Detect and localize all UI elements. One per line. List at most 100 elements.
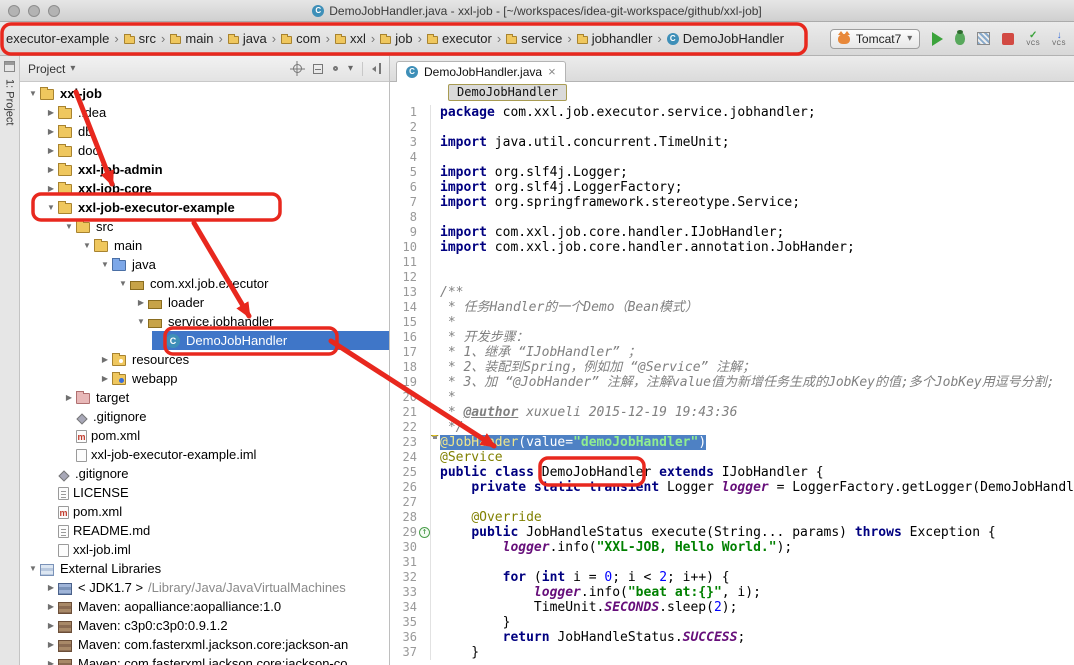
code-line-34[interactable]: 34 TimeUnit.SECONDS.sleep(2); — [390, 600, 1074, 615]
code-text[interactable]: * 2、装配到Spring，例如加 “@Service” 注解； — [430, 360, 1074, 375]
tree-item-xxl-job-core[interactable]: ▶xxl-job-core — [20, 179, 389, 198]
code-text[interactable]: logger.info("beat at:{}", i); — [430, 585, 1074, 600]
tree-item-target[interactable]: ▶target — [20, 388, 389, 407]
code-line-5[interactable]: 5import org.slf4j.Logger; — [390, 165, 1074, 180]
code-line-23[interactable]: 23@JobHander(value="demoJobHandler") — [390, 435, 1074, 450]
chevron-down-icon[interactable]: ▾ — [348, 63, 353, 74]
code-text[interactable]: public JobHandleStatus execute(String...… — [430, 525, 1074, 540]
code-text[interactable]: @JobHander(value="demoJobHandler") — [430, 435, 1074, 450]
code-text[interactable]: */ — [430, 420, 1074, 435]
tree-item-maven-com-fasterxml-jackson-core-jackson-an[interactable]: ▶Maven: com.fasterxml.jackson.core:jacks… — [20, 635, 389, 654]
tree-toggle-closed[interactable]: ▶ — [98, 374, 112, 383]
tree-item-db[interactable]: ▶db — [20, 122, 389, 141]
debug-button[interactable] — [955, 32, 965, 45]
window-minimize-button[interactable] — [28, 5, 40, 17]
tree-toggle-open[interactable]: ▼ — [98, 260, 112, 269]
tree-toggle-open[interactable]: ▼ — [62, 222, 76, 231]
collapse-all-icon[interactable] — [313, 64, 323, 74]
tree-item-loader[interactable]: ▶loader — [20, 293, 389, 312]
tree-item-maven-aopalliance-aopalliance-1-0[interactable]: ▶Maven: aopalliance:aopalliance:1.0 — [20, 597, 389, 616]
code-line-12[interactable]: 12 — [390, 270, 1074, 285]
code-text[interactable]: import java.util.concurrent.TimeUnit; — [430, 135, 1074, 150]
breadcrumb-item-main[interactable]: main — [168, 31, 215, 46]
tree-item-main[interactable]: ▼main — [20, 236, 389, 255]
tree-toggle-closed[interactable]: ▶ — [44, 602, 58, 611]
code-line-13[interactable]: 13/** — [390, 285, 1074, 300]
code-line-27[interactable]: 27 — [390, 495, 1074, 510]
tree-item-java[interactable]: ▼java — [20, 255, 389, 274]
tree-toggle-closed[interactable]: ▶ — [134, 298, 148, 307]
code-line-8[interactable]: 8 — [390, 210, 1074, 225]
tree-toggle-open[interactable]: ▼ — [116, 279, 130, 288]
code-text[interactable]: return JobHandleStatus.SUCCESS; — [430, 630, 1074, 645]
code-line-31[interactable]: 31 — [390, 555, 1074, 570]
tree-item-external-libraries[interactable]: ▼External Libraries — [20, 559, 389, 578]
tree-toggle-closed[interactable]: ▶ — [44, 659, 58, 665]
tree-item-xxl-job-admin[interactable]: ▶xxl-job-admin — [20, 160, 389, 179]
tree-toggle-open[interactable]: ▼ — [80, 241, 94, 250]
code-text[interactable]: import org.slf4j.Logger; — [430, 165, 1074, 180]
close-icon[interactable]: × — [548, 67, 556, 77]
override-gutter-icon[interactable]: ↑ — [419, 527, 430, 538]
code-line-28[interactable]: 28 @Override — [390, 510, 1074, 525]
tree-item-pom-xml[interactable]: mpom.xml — [20, 426, 389, 445]
code-line-6[interactable]: 6import org.slf4j.LoggerFactory; — [390, 180, 1074, 195]
code-text[interactable]: for (int i = 0; i < 2; i++) { — [430, 570, 1074, 585]
project-stripe-label[interactable]: 1: Project — [4, 79, 16, 125]
tree-item-pom-xml[interactable]: mpom.xml — [20, 502, 389, 521]
breadcrumb-item-executor-example[interactable]: executor-example — [4, 31, 111, 46]
breadcrumb-item-xxl[interactable]: xxl — [333, 31, 368, 46]
code-text[interactable]: } — [430, 615, 1074, 630]
tree-item-webapp[interactable]: ▶webapp — [20, 369, 389, 388]
breadcrumb-item-service[interactable]: service — [504, 31, 564, 46]
code-line-1[interactable]: 1package com.xxl.job.executor.service.jo… — [390, 105, 1074, 120]
tree-item-gitignore[interactable]: .gitignore — [20, 407, 389, 426]
code-text[interactable] — [430, 120, 1074, 135]
breadcrumb-item-src[interactable]: src — [122, 31, 158, 46]
code-text[interactable]: import com.xxl.job.core.handler.IJobHand… — [430, 225, 1074, 240]
code-text[interactable]: /** — [430, 285, 1074, 300]
code-line-18[interactable]: 18 * 2、装配到Spring，例如加 “@Service” 注解； — [390, 360, 1074, 375]
code-line-4[interactable]: 4 — [390, 150, 1074, 165]
tree-item-xxl-job-executor-example-iml[interactable]: xxl-job-executor-example.iml — [20, 445, 389, 464]
tree-toggle-closed[interactable]: ▶ — [62, 393, 76, 402]
breadcrumb-item-com[interactable]: com — [279, 31, 323, 46]
code-text[interactable] — [430, 270, 1074, 285]
code-line-26[interactable]: 26 private static transient Logger logge… — [390, 480, 1074, 495]
code-line-30[interactable]: 30 logger.info("XXL-JOB, Hello World."); — [390, 540, 1074, 555]
code-text[interactable]: import com.xxl.job.core.handler.annotati… — [430, 240, 1074, 255]
tree-toggle-closed[interactable]: ▶ — [44, 640, 58, 649]
tree-toggle-closed[interactable]: ▶ — [98, 355, 112, 364]
code-line-33[interactable]: 33 logger.info("beat at:{}", i); — [390, 585, 1074, 600]
tree-toggle-closed[interactable]: ▶ — [44, 184, 58, 193]
coverage-button[interactable] — [977, 32, 990, 45]
code-text[interactable]: * 1、继承 “IJobHandler” ； — [430, 345, 1074, 360]
tree-item-resources[interactable]: ▶resources — [20, 350, 389, 369]
code-line-29[interactable]: 29↑ public JobHandleStatus execute(Strin… — [390, 525, 1074, 540]
vcs-update-button[interactable]: ↓ VCS — [1052, 31, 1066, 47]
tree-toggle-closed[interactable]: ▶ — [44, 108, 58, 117]
tree-toggle-closed[interactable]: ▶ — [44, 165, 58, 174]
code-text[interactable]: * — [430, 315, 1074, 330]
code-line-16[interactable]: 16 * 开发步骤： — [390, 330, 1074, 345]
code-line-19[interactable]: 19 * 3、加 “@JobHander” 注解，注解value值为新增任务生成… — [390, 375, 1074, 390]
breadcrumb-item-jobhandler[interactable]: jobhandler — [575, 31, 655, 46]
code-text[interactable] — [430, 555, 1074, 570]
code-line-10[interactable]: 10import com.xxl.job.core.handler.annota… — [390, 240, 1074, 255]
tree-item-readme-md[interactable]: README.md — [20, 521, 389, 540]
editor-tab-demojobhandler[interactable]: C DemoJobHandler.java × — [396, 61, 566, 82]
tree-item-src[interactable]: ▼src — [20, 217, 389, 236]
code-line-37[interactable]: 37 } — [390, 645, 1074, 660]
code-text[interactable] — [430, 495, 1074, 510]
tree-item-gitignore[interactable]: .gitignore — [20, 464, 389, 483]
code-text[interactable]: package com.xxl.job.executor.service.job… — [430, 105, 1074, 120]
code-text[interactable]: @Service — [430, 450, 1074, 465]
code-text[interactable] — [430, 255, 1074, 270]
intention-bulb-icon[interactable] — [430, 435, 440, 437]
code-text[interactable]: TimeUnit.SECONDS.sleep(2); — [430, 600, 1074, 615]
code-text[interactable]: import org.slf4j.LoggerFactory; — [430, 180, 1074, 195]
tree-toggle-open[interactable]: ▼ — [26, 89, 40, 98]
code-line-3[interactable]: 3import java.util.concurrent.TimeUnit; — [390, 135, 1074, 150]
hide-panel-icon[interactable] — [372, 63, 381, 74]
chevron-down-icon[interactable]: ▾ — [70, 63, 75, 74]
